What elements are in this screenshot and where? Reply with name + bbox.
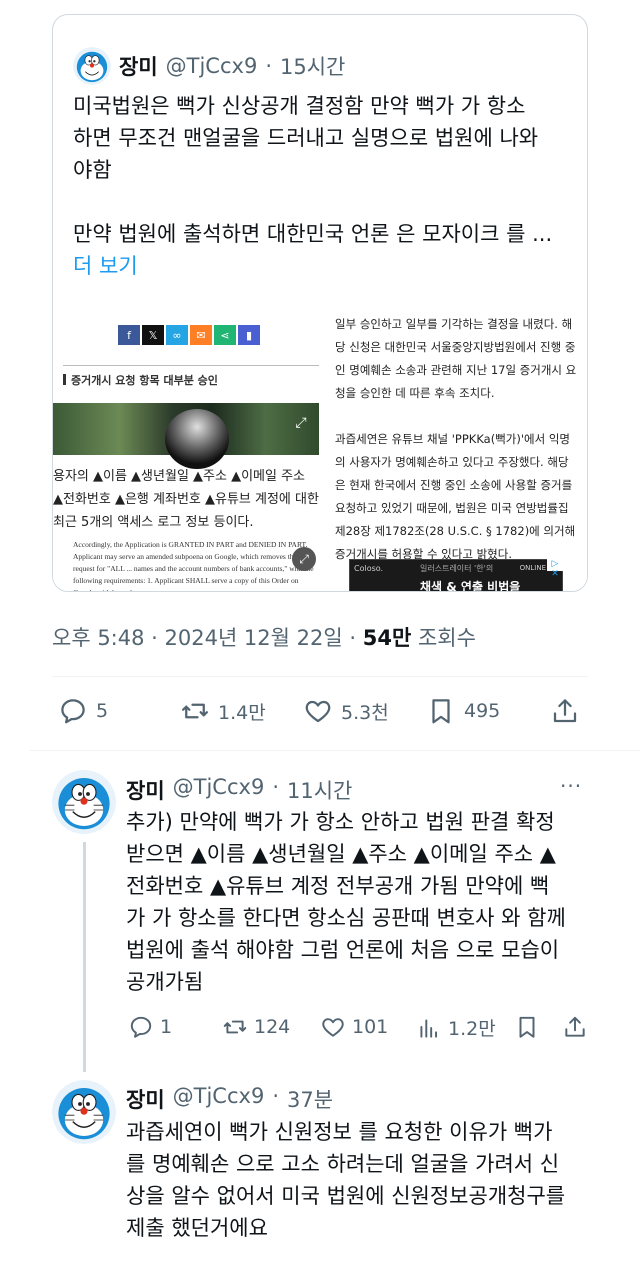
- ad-brand: Coloso.: [354, 564, 384, 573]
- avatar[interactable]: [52, 770, 116, 834]
- ad-subtitle: 일러스트레이터 '한'의: [420, 564, 494, 573]
- article-right-text: 일부 승인하고 일부를 기각하는 결정을 내렸다. 해당 신청은 대한민국 서울…: [335, 317, 577, 561]
- author-name[interactable]: 장미: [119, 51, 158, 81]
- like-button[interactable]: 5.3천: [303, 696, 389, 726]
- like-count: 101: [352, 1016, 389, 1038]
- tweet-meta: 오후 5:48 · 2024년 12월 22일 · 54만 조회수: [52, 622, 476, 652]
- bookmark-icon: ▮: [238, 325, 260, 345]
- heart-icon: [322, 1018, 344, 1037]
- reply-header: 장미 @TjCcx9 · 11시간: [126, 775, 352, 805]
- share-bar: f 𝕏 ∞ ✉ ⋖ ▮: [118, 325, 260, 345]
- ad-title: 채색 & 연출 비법을: [420, 580, 521, 592]
- bookmark-button[interactable]: 495: [426, 696, 500, 726]
- reply-icon: [61, 699, 85, 724]
- reply-count: 1: [160, 1016, 173, 1038]
- ad-online: ONLINE: [519, 564, 546, 572]
- share-icon: [565, 1016, 585, 1037]
- quoted-tweet-text: 미국법원은 뻑가 신상공개 결정함 만약 뻑가 가 항소 하면 무조건 맨얼굴을…: [73, 94, 553, 246]
- divider: [30, 750, 640, 751]
- author-name[interactable]: 장미: [126, 775, 165, 805]
- like-count: 5.3천: [341, 701, 389, 724]
- x-icon: 𝕏: [142, 325, 164, 345]
- author-handle[interactable]: @TjCcx9: [173, 1084, 265, 1114]
- retweet-button[interactable]: 124: [222, 1014, 290, 1040]
- section-title: 증거개시 요청 항목 대부분 승인: [63, 365, 319, 388]
- post-time[interactable]: 37분: [287, 1084, 333, 1114]
- view-count: 54만: [362, 626, 412, 650]
- mail-icon: ✉: [190, 325, 212, 345]
- zoom-icon: ⤢: [292, 547, 316, 571]
- author-handle[interactable]: @TjCcx9: [173, 775, 265, 805]
- avatar[interactable]: [73, 47, 111, 85]
- advertisement-banner: Coloso. 일러스트레이터 '한'의 채색 & 연출 비법을 ONLINE …: [349, 559, 563, 592]
- article-left-text: 용자의 ▲이름 ▲생년월일 ▲주소 ▲이메일 주소 ▲전화번호 ▲은행 계좌번호…: [53, 469, 319, 530]
- like-button[interactable]: 101: [320, 1014, 388, 1040]
- reply-icon: [130, 1016, 152, 1038]
- quoted-tweet-card[interactable]: 장미 @TjCcx9 · 15시간 미국법원은 뻑가 신상공개 결정함 만약 뻑…: [52, 14, 588, 592]
- views-button[interactable]: 1.2만: [416, 1014, 496, 1041]
- more-options-button[interactable]: ···: [560, 774, 582, 798]
- court-document-excerpt: Accordingly, the Application is GRANTED …: [73, 540, 314, 591]
- doraemon-avatar-icon: [73, 47, 111, 85]
- expand-icon: ⤢: [295, 415, 307, 431]
- views-label: 조회수: [411, 626, 476, 650]
- heart-icon: [305, 700, 331, 723]
- retweet-count: 1.4만: [218, 701, 266, 724]
- reply-button[interactable]: 5: [58, 696, 108, 726]
- person-head: [165, 409, 229, 469]
- retweet-count: 124: [254, 1016, 291, 1038]
- author-name[interactable]: 장미: [126, 1084, 165, 1114]
- bookmark-icon: [432, 699, 450, 724]
- bookmark-icon: [519, 1016, 535, 1038]
- divider: [52, 676, 588, 677]
- article-image[interactable]: f 𝕏 ∞ ✉ ⋖ ▮ 증거개시 요청 항목 대부분 승인 ⤢ 용자의 ▲이름 …: [53, 303, 587, 592]
- bookmark-button[interactable]: [514, 1014, 540, 1040]
- reply-header: 장미 @TjCcx9 · 37분: [126, 1084, 333, 1114]
- separator-dot: ·: [265, 54, 272, 78]
- retweet-icon: [182, 703, 208, 719]
- tweet-actions: 5 1.4만 5.3천 495: [52, 694, 588, 734]
- analytics-icon: [420, 1018, 438, 1038]
- thread-line: [83, 842, 86, 1072]
- view-count: 1.2만: [448, 1018, 496, 1040]
- share-button[interactable]: [550, 696, 580, 726]
- author-handle[interactable]: @TjCcx9: [166, 54, 258, 78]
- post-time[interactable]: 11시간: [287, 775, 352, 805]
- reply-text: 추가) 만약에 뻑가 가 항소 안하고 법원 판결 확정 받으면 ▲이름 ▲생년…: [126, 810, 566, 994]
- reply-button[interactable]: 1: [128, 1014, 172, 1040]
- tweet-timestamp[interactable]: 오후 5:48 · 2024년 12월 22일 ·: [52, 626, 363, 650]
- reply-actions: 1 124 101 1.2만: [126, 1014, 596, 1044]
- reply-tweet[interactable]: 장미 @TjCcx9 · 11시간 ··· 추가) 만약에 뻑가 가 항소 안하…: [0, 770, 640, 1072]
- reply-tweet[interactable]: 장미 @TjCcx9 · 37분 ··· 과즙세연이 뻑가 신원정보 를 요청한…: [0, 1080, 640, 1280]
- post-time[interactable]: 15시간: [280, 51, 345, 81]
- retweet-button[interactable]: 1.4만: [180, 696, 266, 726]
- doraemon-avatar-icon: [52, 770, 116, 834]
- share-button[interactable]: [562, 1014, 588, 1040]
- separator-dot: ·: [272, 775, 279, 799]
- show-more-link[interactable]: 더 보기: [73, 250, 138, 280]
- facebook-icon: f: [118, 325, 140, 345]
- news-photo: ⤢: [53, 403, 319, 469]
- retweet-icon: [223, 1020, 247, 1034]
- doraemon-avatar-icon: [52, 1080, 116, 1144]
- separator-dot: ·: [272, 1084, 279, 1108]
- avatar[interactable]: [52, 1080, 116, 1144]
- reply-count: 5: [96, 700, 109, 722]
- share-icon: ⋖: [214, 325, 236, 345]
- reply-text: 과즙세연이 뻑가 신원정보 를 요청한 이유가 뻑가 를 명예훼손 으로 고소 …: [126, 1120, 566, 1240]
- ad-close-icon: ▷ ✕: [547, 559, 563, 579]
- link-icon: ∞: [166, 325, 188, 345]
- bookmark-count: 495: [464, 700, 501, 722]
- share-icon: [553, 699, 577, 723]
- quoted-tweet-header: 장미 @TjCcx9 · 15시간: [73, 47, 345, 85]
